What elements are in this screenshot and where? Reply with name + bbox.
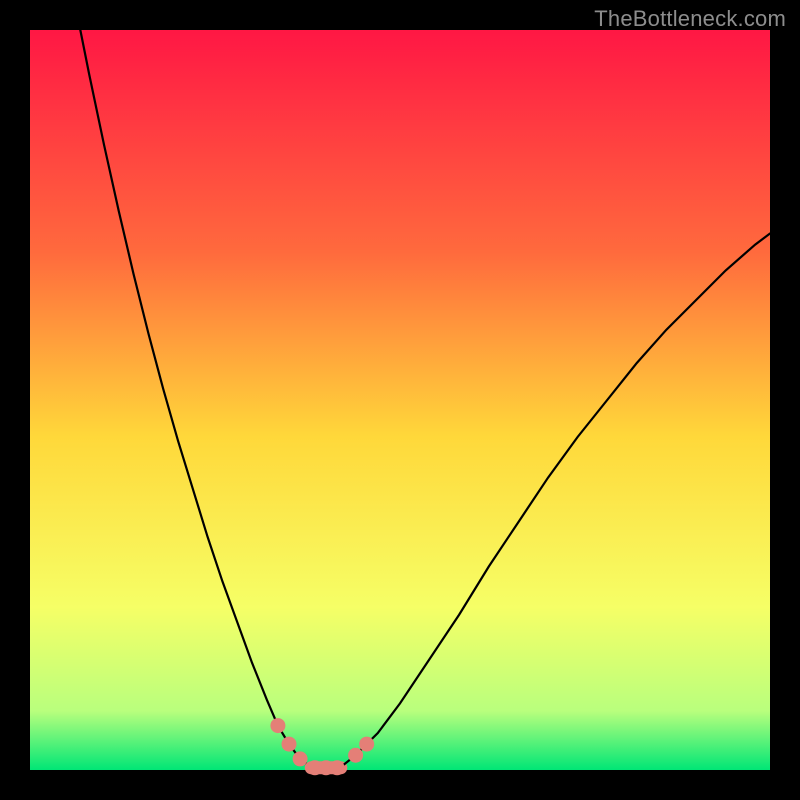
marker-dot: [293, 751, 308, 766]
watermark-text: TheBottleneck.com: [594, 6, 786, 32]
marker-dot: [330, 760, 345, 775]
marker-dot: [348, 748, 363, 763]
plot-background: [30, 30, 770, 770]
bottleneck-chart: [0, 0, 800, 800]
marker-dot: [270, 718, 285, 733]
marker-dot: [359, 737, 374, 752]
marker-dot: [282, 737, 297, 752]
